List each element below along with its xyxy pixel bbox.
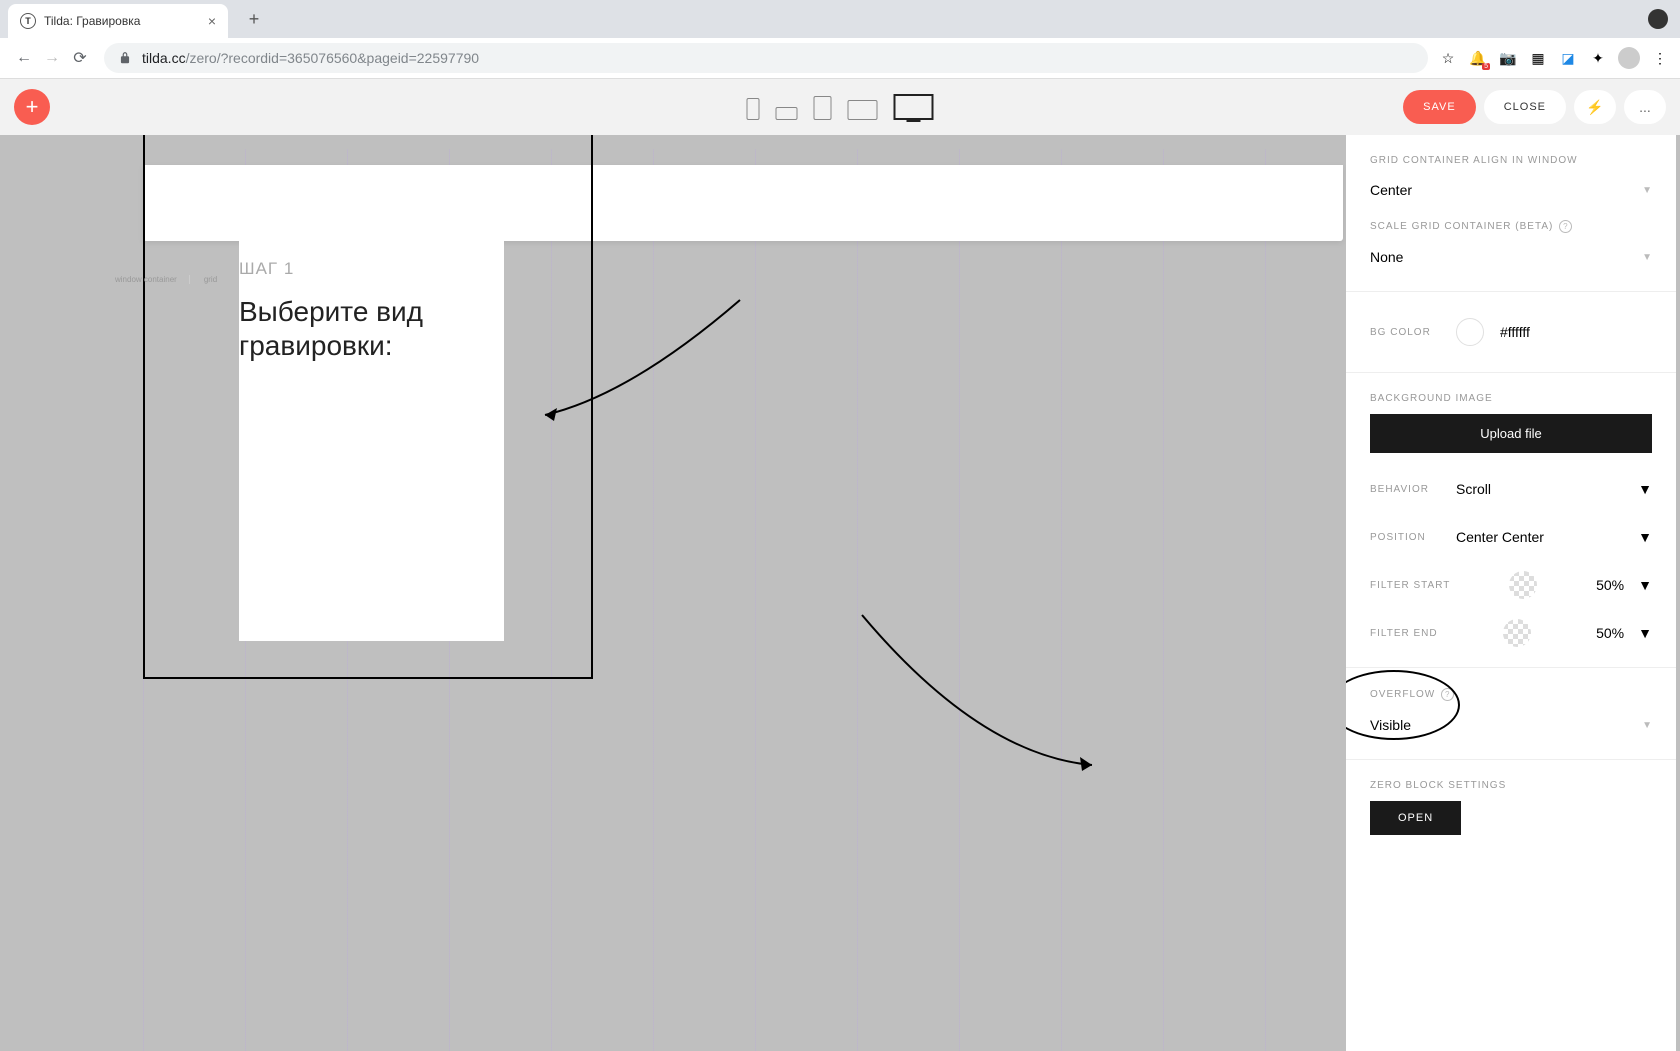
account-avatar-top[interactable] (1648, 9, 1668, 29)
overflow-value: Visible (1370, 717, 1411, 733)
grid-align-select[interactable]: Center ▼ (1370, 176, 1652, 204)
extension-icon-1[interactable]: 🔔5 (1468, 48, 1488, 68)
app-toolbar: + SAVE CLOSE ⚡ ... (0, 79, 1680, 135)
device-tablet-landscape[interactable] (848, 100, 878, 120)
url-path: /zero/?recordid=365076560&pageid=2259779… (186, 50, 479, 66)
lightning-button[interactable]: ⚡ (1574, 90, 1616, 124)
ctx-grid-label: grid (204, 275, 229, 284)
zero-block-label: ZERO BLOCK SETTINGS (1370, 780, 1652, 791)
position-label: POSITION (1370, 532, 1440, 543)
close-button[interactable]: CLOSE (1484, 90, 1566, 124)
address-bar: ← → ⟳ tilda.cc/zero/?recordid=365076560&… (0, 38, 1680, 78)
settings-panel: GRID CONTAINER ALIGN IN WINDOW Center ▼ … (1346, 135, 1676, 1051)
lightning-icon: ⚡ (1586, 99, 1603, 116)
device-phone-landscape[interactable] (776, 107, 798, 120)
content-block[interactable]: ШАГ 1 Выберите вид гравировки: (239, 241, 504, 641)
chevron-down-icon: ▼ (1638, 529, 1652, 545)
bgimage-section: BACKGROUND IMAGE Upload file BEHAVIOR Sc… (1346, 373, 1676, 668)
lock-icon (118, 51, 132, 65)
tab-close-icon[interactable]: × (208, 13, 216, 29)
bgcolor-label: BG COLOR (1370, 327, 1440, 338)
extension-icon-2[interactable]: ▦ (1528, 48, 1548, 68)
chevron-down-icon: ▼ (1638, 625, 1652, 641)
toolbar-right: SAVE CLOSE ⚡ ... (1403, 90, 1666, 124)
filter-end-row: FILTER END 50% ▼ (1370, 619, 1652, 647)
bgimage-label: BACKGROUND IMAGE (1370, 393, 1652, 404)
bgcolor-value[interactable]: #ffffff (1500, 324, 1530, 340)
filter-start-swatch[interactable] (1509, 571, 1537, 599)
context-labels: window container grid (115, 275, 229, 284)
position-select[interactable]: Center Center ▼ (1456, 529, 1652, 545)
nav-back-button[interactable]: ← (10, 44, 38, 72)
browser-chrome: T Tilda: Гравировка × + ← → ⟳ tilda.cc/z… (0, 0, 1680, 79)
tilda-favicon: T (20, 13, 36, 29)
grid-align-label: GRID CONTAINER ALIGN IN WINDOW (1370, 155, 1652, 166)
grid-align-value: Center (1370, 182, 1412, 198)
device-preview-switcher (747, 94, 934, 120)
overflow-section: OVERFLOW? Visible ▼ (1346, 668, 1676, 760)
filter-end-label: FILTER END (1370, 628, 1438, 639)
bgcolor-section: BG COLOR #ffffff (1346, 292, 1676, 373)
star-icon[interactable]: ☆ (1438, 48, 1458, 68)
more-button[interactable]: ... (1624, 90, 1666, 124)
chevron-down-icon: ▼ (1642, 185, 1652, 196)
behavior-select[interactable]: Scroll ▼ (1456, 481, 1652, 497)
ctx-window-label: window container (115, 275, 190, 284)
tab-title: Tilda: Гравировка (44, 14, 200, 28)
filter-end-value: 50% (1596, 625, 1624, 641)
help-icon[interactable]: ? (1559, 220, 1572, 233)
behavior-row: BEHAVIOR Scroll ▼ (1370, 475, 1652, 503)
chevron-down-icon: ▼ (1642, 252, 1652, 263)
scale-label: SCALE GRID CONTAINER (BETA)? (1370, 220, 1652, 233)
heading-text: Выберите вид гравировки: (239, 295, 504, 362)
device-desktop[interactable] (894, 94, 934, 120)
browser-menu-icon[interactable]: ⋮ (1650, 48, 1670, 68)
new-tab-button[interactable]: + (240, 5, 268, 33)
overflow-label: OVERFLOW? (1370, 688, 1652, 701)
overflow-select[interactable]: Visible ▼ (1370, 711, 1652, 739)
filter-start-label: FILTER START (1370, 580, 1450, 591)
step-label: ШАГ 1 (239, 259, 504, 279)
chevron-down-icon: ▼ (1638, 577, 1652, 593)
save-button[interactable]: SAVE (1403, 90, 1476, 124)
addr-right-icons: ☆ 🔔5 📷 ▦ ◪ ✦ ⋮ (1438, 47, 1670, 69)
filter-end-select[interactable]: 50% ▼ (1596, 625, 1652, 641)
upload-file-button[interactable]: Upload file (1370, 414, 1652, 453)
extensions-menu-icon[interactable]: ✦ (1588, 48, 1608, 68)
zero-block-section: ZERO BLOCK SETTINGS OPEN (1346, 760, 1676, 855)
camera-icon[interactable]: 📷 (1498, 48, 1518, 68)
nav-reload-button[interactable]: ⟳ (66, 44, 94, 72)
scale-value: None (1370, 249, 1403, 265)
filter-start-row: FILTER START 50% ▼ (1370, 571, 1652, 599)
chevron-down-icon: ▼ (1642, 720, 1652, 731)
open-button[interactable]: OPEN (1370, 801, 1461, 835)
extension-icon-3[interactable]: ◪ (1558, 48, 1578, 68)
grid-align-section: GRID CONTAINER ALIGN IN WINDOW Center ▼ … (1346, 135, 1676, 292)
url-host: tilda.cc (142, 50, 186, 66)
device-phone-portrait[interactable] (747, 98, 760, 120)
help-icon[interactable]: ? (1441, 688, 1454, 701)
device-tablet-portrait[interactable] (814, 96, 832, 120)
scale-select[interactable]: None ▼ (1370, 243, 1652, 271)
position-row: POSITION Center Center ▼ (1370, 523, 1652, 551)
nav-forward-button[interactable]: → (38, 44, 66, 72)
behavior-value: Scroll (1456, 481, 1491, 497)
chevron-down-icon: ▼ (1638, 481, 1652, 497)
bgcolor-swatch[interactable] (1456, 318, 1484, 346)
browser-tab[interactable]: T Tilda: Гравировка × (8, 4, 228, 38)
add-element-button[interactable]: + (14, 89, 50, 125)
filter-start-select[interactable]: 50% ▼ (1596, 577, 1652, 593)
bgcolor-row: BG COLOR #ffffff (1370, 312, 1652, 352)
filter-end-swatch[interactable] (1503, 619, 1531, 647)
editor-main-area: ШАГ 1 Выберите вид гравировки: window co… (0, 135, 1680, 1051)
url-bar[interactable]: tilda.cc/zero/?recordid=365076560&pageid… (104, 43, 1428, 73)
behavior-label: BEHAVIOR (1370, 484, 1440, 495)
canvas[interactable]: ШАГ 1 Выберите вид гравировки: window co… (143, 149, 1340, 1051)
header-block[interactable] (143, 165, 1343, 241)
position-value: Center Center (1456, 529, 1544, 545)
tab-bar: T Tilda: Гравировка × + (0, 0, 1680, 38)
filter-start-value: 50% (1596, 577, 1624, 593)
profile-avatar[interactable] (1618, 47, 1640, 69)
